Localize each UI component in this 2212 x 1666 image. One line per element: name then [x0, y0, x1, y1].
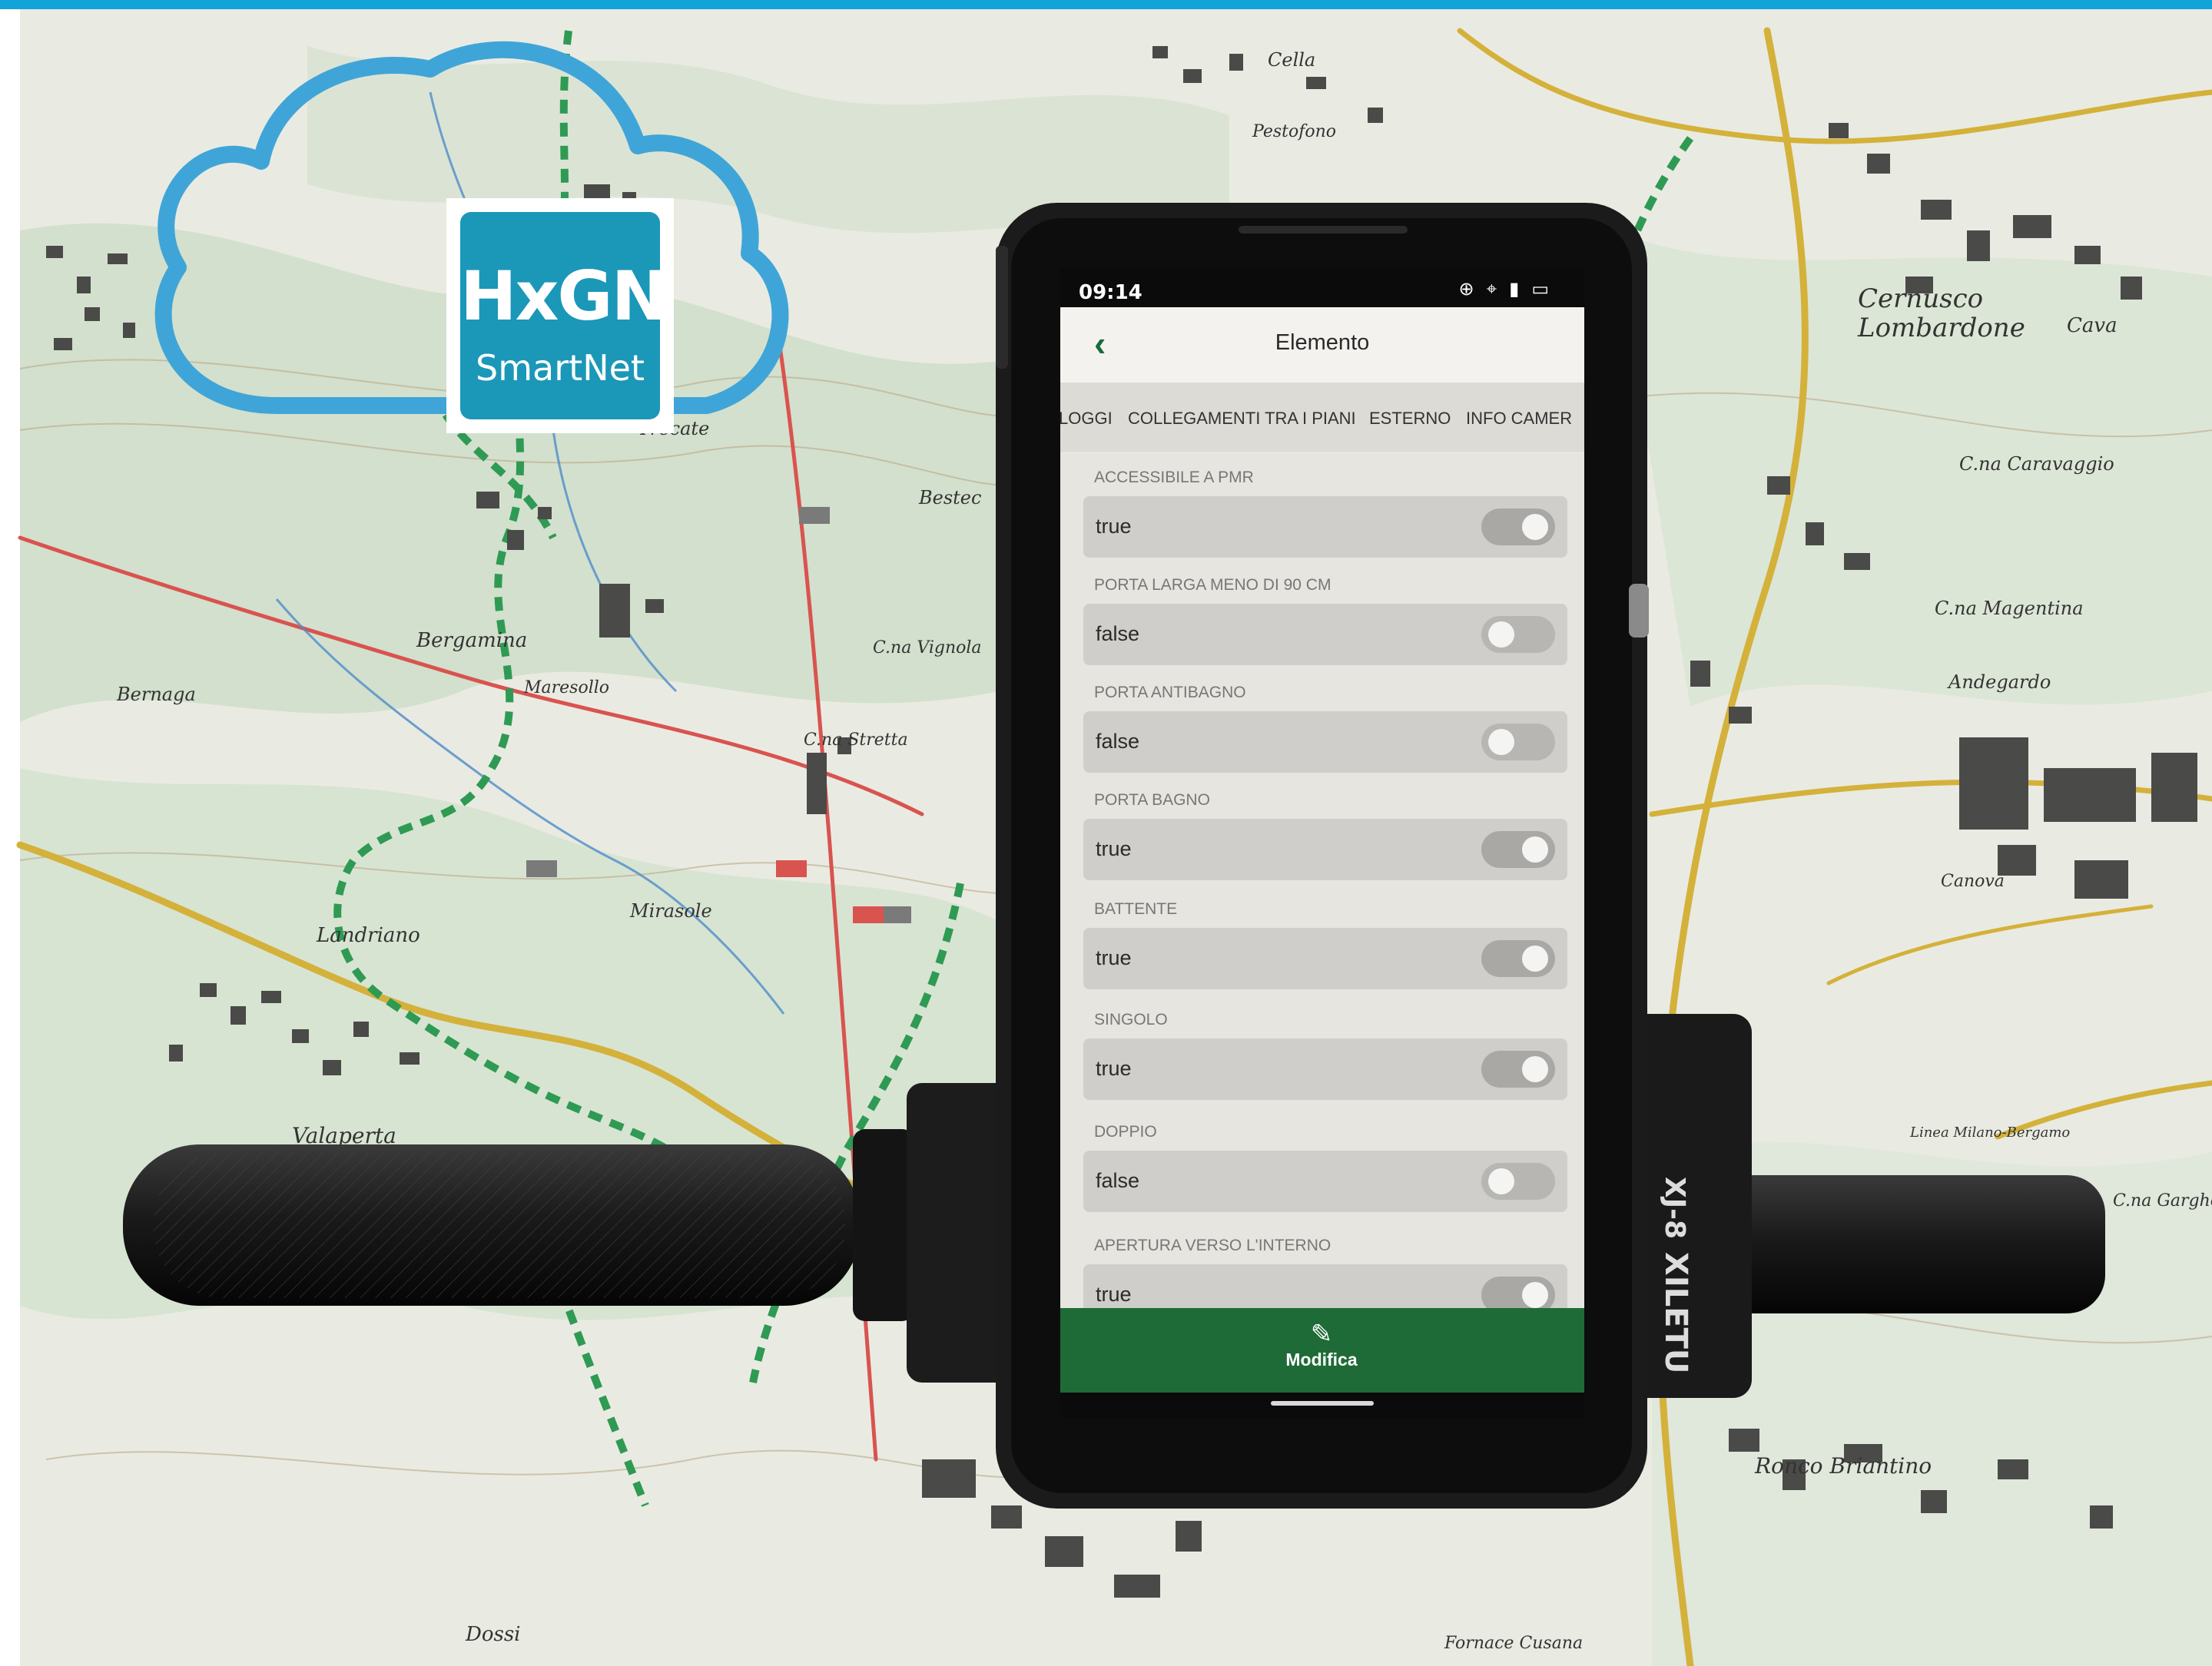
map-label-fornace: Fornace Cusana — [1444, 1634, 1583, 1653]
map-label-vignola: C.na Vignola — [873, 638, 982, 657]
map-label-caravaggio: C.na Caravaggio — [1959, 453, 2114, 475]
logo-tile: HxGN SmartNet — [460, 212, 668, 419]
toggle-switch[interactable] — [1481, 724, 1555, 760]
logo-area: HxGN SmartNet — [135, 48, 774, 433]
map-label-magentina: C.na Magentina — [1935, 598, 2084, 619]
field-label: ACCESSIBILE A PMR — [1094, 469, 1254, 486]
toggle-knob — [1522, 836, 1548, 863]
toggle-switch[interactable] — [1481, 1163, 1555, 1200]
fields-list: ACCESSIBILE A PMR true PORTA LARGA MENO … — [1060, 452, 1584, 1308]
field-box: true — [1083, 928, 1567, 989]
field-value: false — [1096, 622, 1140, 645]
map-label-cella: Cella — [1268, 49, 1315, 71]
toggle-switch[interactable] — [1481, 508, 1555, 545]
field-box: true — [1083, 819, 1567, 880]
map-label-garghentino: C.na Garghentino — [2113, 1191, 2212, 1211]
map-label-pestofono: Pestofono — [1252, 122, 1336, 141]
toggle-knob — [1522, 1056, 1548, 1082]
status-time: 09:14 — [1079, 281, 1142, 304]
field-box: false — [1083, 604, 1567, 665]
map-label-canova: Canova — [1941, 872, 2005, 891]
location-icon: ⌖ — [1486, 279, 1510, 300]
field-value: false — [1096, 1169, 1140, 1192]
device-brand-label: XILETU — [1658, 1252, 1693, 1373]
field-value: false — [1096, 730, 1140, 753]
field-label: PORTA ANTIBAGNO — [1094, 684, 1246, 701]
app-header: ‹ Elemento — [1060, 307, 1584, 383]
status-bar: 09:14 ⊕⌖▮▭ — [1060, 267, 1584, 307]
pencil-icon: ✎ — [1310, 1320, 1333, 1349]
status-icons: ⊕⌖▮▭ — [1458, 278, 1561, 300]
edit-button-label: Modifica — [1285, 1350, 1358, 1370]
toggle-knob — [1488, 729, 1514, 755]
sim-icon: ▮ — [1509, 279, 1532, 300]
toggle-switch[interactable] — [1481, 940, 1555, 977]
tab-collegamenti[interactable]: COLLEGAMENTI TRA I PIANI — [1128, 409, 1356, 429]
tab-info-camere[interactable]: INFO CAMER — [1466, 409, 1572, 429]
field-label: APERTURA VERSO L'INTERNO — [1094, 1237, 1332, 1254]
map-label-maresollo: Maresollo — [523, 678, 609, 697]
map-label-andegardo: Andegardo — [1947, 671, 2051, 693]
home-indicator[interactable] — [1271, 1401, 1374, 1406]
map-label-mirasole: Mirasole — [629, 900, 712, 922]
device-model-label: XJ-8 — [1659, 1177, 1690, 1239]
field-label: PORTA BAGNO — [1094, 791, 1210, 809]
field-box: false — [1083, 1151, 1567, 1212]
edit-button[interactable]: ✎ Modifica — [1245, 1319, 1398, 1388]
map-label-linea: Linea Milano-Bergamo — [1909, 1124, 2070, 1141]
page-title: Elemento — [1275, 330, 1370, 355]
field-value: true — [1096, 515, 1132, 538]
map-label-bestec: Bestec — [918, 487, 981, 508]
toggle-knob — [1522, 514, 1548, 540]
field-value: true — [1096, 1057, 1132, 1080]
map-label-bernaga: Bernaga — [116, 684, 196, 705]
toggle-knob — [1522, 946, 1548, 972]
toggle-switch[interactable] — [1481, 831, 1555, 868]
field-box: true — [1083, 496, 1567, 558]
logo-hxgn-text: HxGN — [460, 257, 668, 336]
field-box: true — [1083, 1038, 1567, 1100]
bottom-action-bar: ✎ Modifica — [1060, 1308, 1584, 1393]
field-value: true — [1096, 946, 1132, 969]
map-label-landriano: Landriano — [316, 924, 420, 947]
field-label: PORTA LARGA MENO DI 90 CM — [1094, 576, 1332, 594]
toggle-switch[interactable] — [1481, 616, 1555, 653]
map-label-ronco: Ronco Briantino — [1754, 1453, 1932, 1479]
field-box: false — [1083, 711, 1567, 773]
map-label-cernusco: Cernusco — [1858, 283, 1983, 314]
field-box: true — [1083, 1264, 1567, 1308]
phone-screen: 09:14 ⊕⌖▮▭ ‹ Elemento LOGGI COLLEGAMENTI… — [1060, 267, 1584, 1418]
battery-icon: ▭ — [1531, 279, 1561, 300]
tab-alloggi[interactable]: LOGGI — [1060, 409, 1113, 429]
toggle-switch[interactable] — [1481, 1277, 1555, 1308]
map-label-bergamina: Bergamina — [416, 629, 527, 652]
field-value: true — [1096, 837, 1132, 860]
toggle-knob — [1488, 621, 1514, 648]
logo-smartnet-text: SmartNet — [476, 347, 645, 389]
field-label: BATTENTE — [1094, 900, 1178, 918]
tab-esterno[interactable]: ESTERNO — [1369, 409, 1451, 429]
map-label-lombardone: Lombardone — [1857, 313, 2025, 343]
sync-icon: ⊕ — [1458, 279, 1487, 300]
tab-bar: LOGGI COLLEGAMENTI TRA I PIANI ESTERNO I… — [1060, 383, 1584, 452]
map-label-stretta: C.na Stretta — [804, 730, 908, 750]
field-label: SINGOLO — [1094, 1011, 1168, 1028]
field-label: DOPPIO — [1094, 1123, 1157, 1141]
toggle-knob — [1522, 1282, 1548, 1308]
hxgn-smartnet-logo: HxGN SmartNet — [446, 198, 674, 433]
map-label-cava: Cava — [2067, 314, 2117, 337]
toggle-knob — [1488, 1168, 1514, 1194]
field-value: true — [1096, 1283, 1132, 1306]
map-label-dossi: Dossi — [465, 1623, 521, 1646]
toggle-switch[interactable] — [1481, 1051, 1555, 1088]
